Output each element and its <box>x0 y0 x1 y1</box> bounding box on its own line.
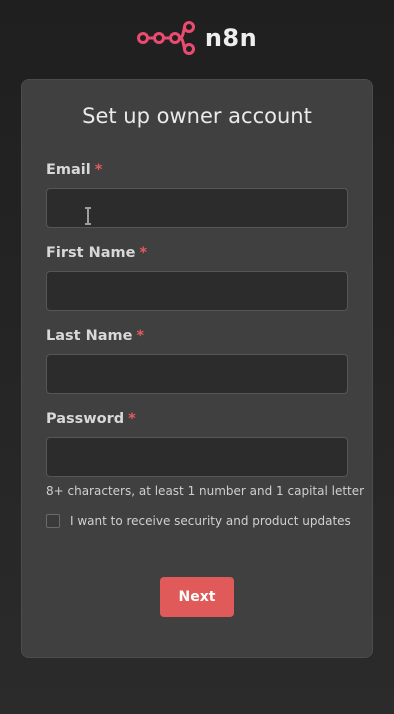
password-hint: 8+ characters, at least 1 number and 1 c… <box>46 484 365 498</box>
page-title: Set up owner account <box>82 104 312 128</box>
required-marker: * <box>139 245 148 261</box>
password-input[interactable] <box>46 437 348 477</box>
setup-owner-card: Set up owner account Email * First Name * … <box>21 79 373 658</box>
email-label: Email * <box>46 162 102 178</box>
brand-name: n8n <box>204 24 258 52</box>
first-name-input[interactable] <box>46 271 348 311</box>
required-marker: * <box>128 411 136 427</box>
app-logo: n8n <box>0 20 394 56</box>
password-label: Password * <box>46 411 136 427</box>
required-marker: * <box>136 328 145 344</box>
last-name-label-text: Last Name <box>46 328 133 344</box>
n8n-logo-icon <box>136 21 195 55</box>
last-name-label: Last Name * <box>46 328 144 344</box>
required-marker: * <box>94 162 103 178</box>
next-button[interactable]: Next <box>160 577 234 617</box>
updates-checkbox-label[interactable]: I want to receive security and product u… <box>70 514 351 528</box>
first-name-label: First Name * <box>46 245 147 261</box>
password-label-text: Password <box>46 411 125 427</box>
email-label-text: Email <box>46 162 91 178</box>
updates-checkbox-row[interactable]: I want to receive security and product u… <box>46 514 351 528</box>
last-name-input[interactable] <box>46 354 348 394</box>
text-cursor-icon <box>85 207 91 225</box>
updates-checkbox[interactable] <box>46 514 60 528</box>
first-name-label-text: First Name <box>46 245 136 261</box>
